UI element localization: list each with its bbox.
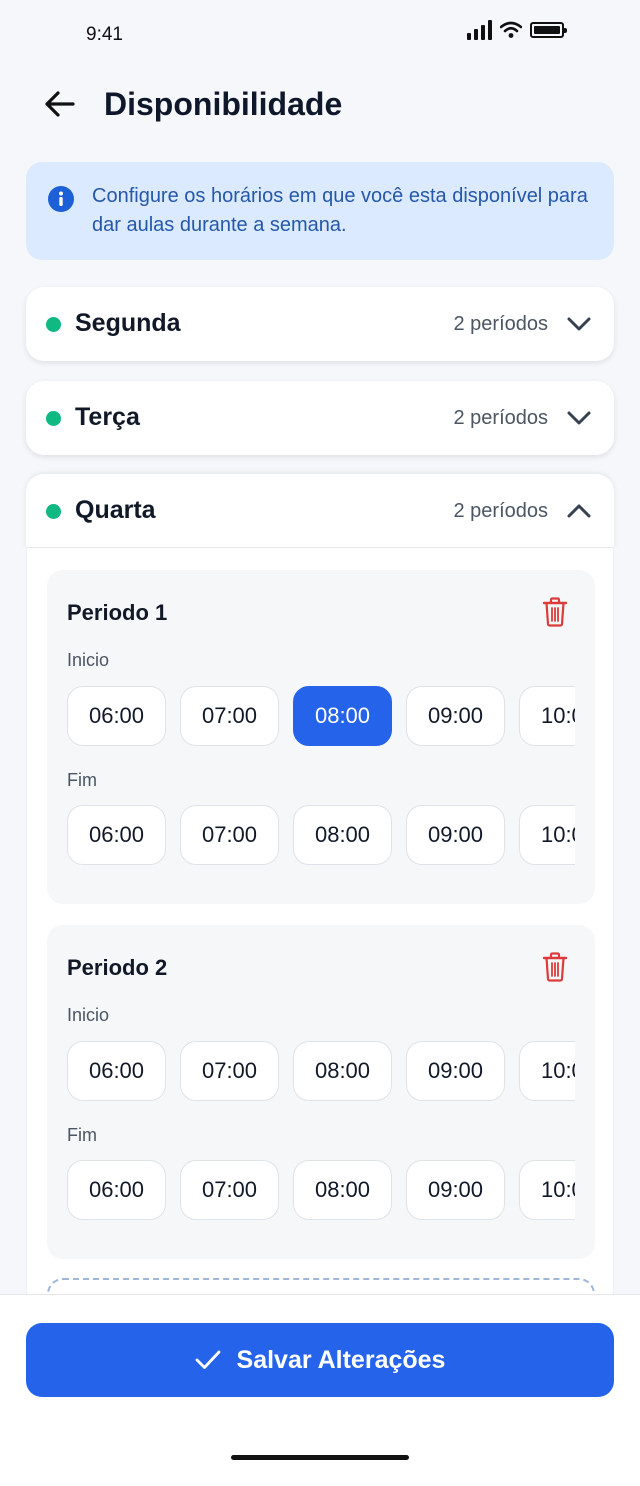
chevron-up-icon (567, 504, 591, 518)
end-time-row: 06:00 07:00 08:00 09:00 10:00 (67, 1160, 575, 1222)
end-label: Fim (67, 770, 97, 790)
start-time-row: 06:00 07:00 08:00 09:00 10:00 (67, 1041, 575, 1103)
header: Disponibilidade (0, 80, 640, 128)
time-chip[interactable]: 10:00 (519, 1160, 575, 1220)
start-time-row: 06:00 07:00 08:00 09:00 10:00 (67, 686, 575, 748)
bottom-bar: Salvar Alterações (0, 1294, 640, 1486)
time-chip[interactable]: 10:00 (519, 1041, 575, 1101)
day-periods-count: 2 períodos (453, 500, 548, 522)
save-button-label: Salvar Alterações (236, 1345, 446, 1374)
trash-icon[interactable] (541, 596, 569, 628)
signal-icon (467, 20, 492, 40)
time-chip[interactable]: 09:00 (406, 686, 505, 746)
day-periods-count: 2 períodos (453, 313, 548, 335)
info-banner: Configure os horários em que você esta d… (26, 162, 614, 260)
save-button[interactable]: Salvar Alterações (26, 1323, 614, 1397)
battery-icon (530, 22, 567, 38)
page-title: Disponibilidade (104, 86, 343, 122)
time-chip[interactable]: 06:00 (67, 805, 166, 865)
time-chip[interactable]: 06:00 (67, 686, 166, 746)
start-label: Inicio (67, 650, 110, 670)
period-card: Periodo 2 Inicio 06:00 07:00 08:00 09:00… (47, 925, 595, 1259)
day-card-segunda[interactable]: Segunda 2 períodos (26, 287, 614, 361)
info-text: Configure os horários em que você esta d… (92, 185, 588, 236)
period-title: Periodo 1 (67, 600, 168, 625)
day-name: Quarta (75, 496, 156, 524)
period-title: Periodo 2 (67, 955, 168, 980)
chevron-down-icon (567, 317, 591, 331)
time-chip[interactable]: 08:00 (293, 1041, 392, 1101)
wifi-icon (500, 21, 522, 38)
day-card-quarta[interactable]: Quarta 2 períodos (26, 474, 614, 548)
status-time: 9:41 (86, 24, 123, 45)
trash-icon[interactable] (541, 951, 569, 983)
time-chip[interactable]: 07:00 (180, 686, 279, 746)
day-name: Terça (75, 403, 140, 431)
time-chip[interactable]: 09:00 (406, 805, 505, 865)
time-chip[interactable]: 08:00 (293, 805, 392, 865)
day-periods-count: 2 períodos (453, 407, 548, 429)
info-icon (48, 186, 74, 212)
home-indicator (231, 1455, 409, 1460)
day-expanded-panel: Periodo 1 Inicio 06:00 07:00 08:00 09:00… (26, 547, 614, 1338)
end-time-row: 06:00 07:00 08:00 09:00 10:00 (67, 805, 575, 867)
time-chip[interactable]: 09:00 (406, 1160, 505, 1220)
time-chip[interactable]: 06:00 (67, 1041, 166, 1101)
status-bar: 9:41 (0, 0, 640, 64)
time-chip[interactable]: 07:00 (180, 805, 279, 865)
time-chip[interactable]: 06:00 (67, 1160, 166, 1220)
time-chip[interactable]: 10:00 (519, 686, 575, 746)
status-dot (46, 411, 61, 426)
day-card-terca[interactable]: Terça 2 períodos (26, 381, 614, 455)
time-chip[interactable]: 10:00 (519, 805, 575, 865)
status-dot (46, 317, 61, 332)
time-chip[interactable]: 07:00 (180, 1160, 279, 1220)
period-card: Periodo 1 Inicio 06:00 07:00 08:00 09:00… (47, 570, 595, 904)
chevron-down-icon (567, 411, 591, 425)
time-chip[interactable]: 08:00 (293, 1160, 392, 1220)
back-button[interactable] (40, 86, 78, 122)
status-dot (46, 504, 61, 519)
time-chip[interactable]: 07:00 (180, 1041, 279, 1101)
time-chip[interactable]: 09:00 (406, 1041, 505, 1101)
arrow-left-icon (45, 91, 75, 117)
check-icon (195, 1350, 220, 1369)
status-icons (467, 20, 567, 40)
time-chip-selected[interactable]: 08:00 (293, 686, 392, 746)
end-label: Fim (67, 1125, 97, 1145)
day-name: Segunda (75, 309, 181, 337)
start-label: Inicio (67, 1005, 110, 1025)
